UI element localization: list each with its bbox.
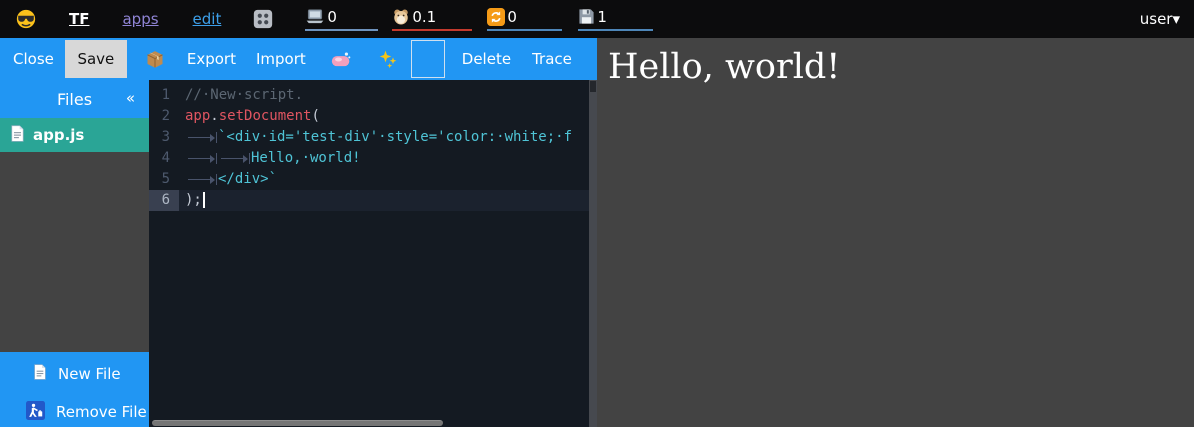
vertical-scrollbar[interactable] xyxy=(589,80,597,427)
tab-marker xyxy=(185,148,218,169)
laptop-icon xyxy=(305,8,325,25)
stat-repeat: 0 xyxy=(487,7,562,31)
document-icon xyxy=(10,125,25,146)
new-file-button[interactable]: New File xyxy=(0,361,149,387)
export-button[interactable]: Export xyxy=(187,50,236,68)
delete-button[interactable]: Delete xyxy=(462,50,511,68)
line-number: 5 xyxy=(149,169,179,190)
import-button[interactable]: Import xyxy=(256,50,306,68)
line-number: 6 xyxy=(149,190,179,211)
trace-button[interactable]: Trace xyxy=(532,50,572,68)
toolbar: Close Save Export Import Delete Trace xyxy=(0,38,597,80)
code-line-3[interactable]: 3`<div·id='test-div'·style='color:·white… xyxy=(149,127,597,148)
new-file-icon xyxy=(33,364,47,384)
remove-file-icon xyxy=(26,401,45,424)
rendered-document-text: Hello, world! xyxy=(597,38,1194,87)
vertical-scrollbar-thumb[interactable] xyxy=(590,81,596,92)
nav-link-tf[interactable]: TF xyxy=(69,10,89,28)
text-cursor xyxy=(203,192,205,208)
package-icon[interactable] xyxy=(145,49,165,69)
new-file-label: New File xyxy=(58,365,121,383)
user-menu[interactable]: user▾ xyxy=(1140,10,1180,28)
stat-laptop-value: 0 xyxy=(327,8,337,26)
smiley-sunglasses-icon[interactable] xyxy=(15,8,37,30)
sidebar-actions: New File Remove File xyxy=(0,352,149,427)
collapse-sidebar-button[interactable]: « xyxy=(126,89,135,107)
stat-laptop: 0 xyxy=(305,7,378,31)
tab-marker xyxy=(185,127,218,148)
code-line-5[interactable]: 5</div>` xyxy=(149,169,597,190)
close-button[interactable]: Close xyxy=(13,50,54,68)
file-sidebar: Files « app.js New File Remove File xyxy=(0,80,149,427)
code-line-6[interactable]: 6); xyxy=(149,190,597,211)
stat-repeat-value: 0 xyxy=(507,8,517,26)
repeat-icon xyxy=(487,8,505,26)
line-number: 2 xyxy=(149,106,179,127)
line-number: 3 xyxy=(149,127,179,148)
code-line-1[interactable]: 1//·New·script. xyxy=(149,85,597,106)
stat-hamster-value: 0.1 xyxy=(412,8,436,26)
code-line-2[interactable]: 2app.setDocument( xyxy=(149,106,597,127)
line-number: 1 xyxy=(149,85,179,106)
tab-marker xyxy=(218,148,251,169)
dice-icon[interactable] xyxy=(252,8,274,30)
files-header-label: Files xyxy=(57,90,92,109)
nav-link-apps[interactable]: apps xyxy=(122,10,158,28)
code-editor[interactable]: 1//·New·script.2app.setDocument(3`<div·i… xyxy=(149,80,597,427)
tab-marker xyxy=(185,169,218,190)
save-button[interactable]: Save xyxy=(65,40,127,78)
code-lines: 1//·New·script.2app.setDocument(3`<div·i… xyxy=(149,80,597,211)
file-item-appjs[interactable]: app.js xyxy=(0,118,149,152)
files-header: Files « xyxy=(0,80,149,118)
remove-file-button[interactable]: Remove File xyxy=(0,399,149,425)
soap-icon[interactable] xyxy=(331,51,351,68)
nav-link-edit[interactable]: edit xyxy=(193,10,222,28)
line-number: 4 xyxy=(149,148,179,169)
stat-hamster: 0.1 xyxy=(392,7,472,31)
horizontal-scrollbar[interactable] xyxy=(152,420,443,426)
stat-floppy: 1 xyxy=(578,7,653,31)
remove-file-label: Remove File xyxy=(56,403,147,421)
output-panel: Hello, world! xyxy=(597,38,1194,427)
hamster-icon xyxy=(392,8,410,26)
sparkles-icon[interactable] xyxy=(378,49,398,69)
code-line-4[interactable]: 4Hello,·world! xyxy=(149,148,597,169)
topbar: TF apps edit 0 0.1 0 xyxy=(0,0,1194,38)
stat-floppy-value: 1 xyxy=(597,8,607,26)
file-name: app.js xyxy=(33,126,84,144)
floppy-icon xyxy=(578,8,595,25)
app-root: TF apps edit 0 0.1 0 xyxy=(0,0,1194,427)
toolbar-empty-box[interactable] xyxy=(411,40,445,78)
